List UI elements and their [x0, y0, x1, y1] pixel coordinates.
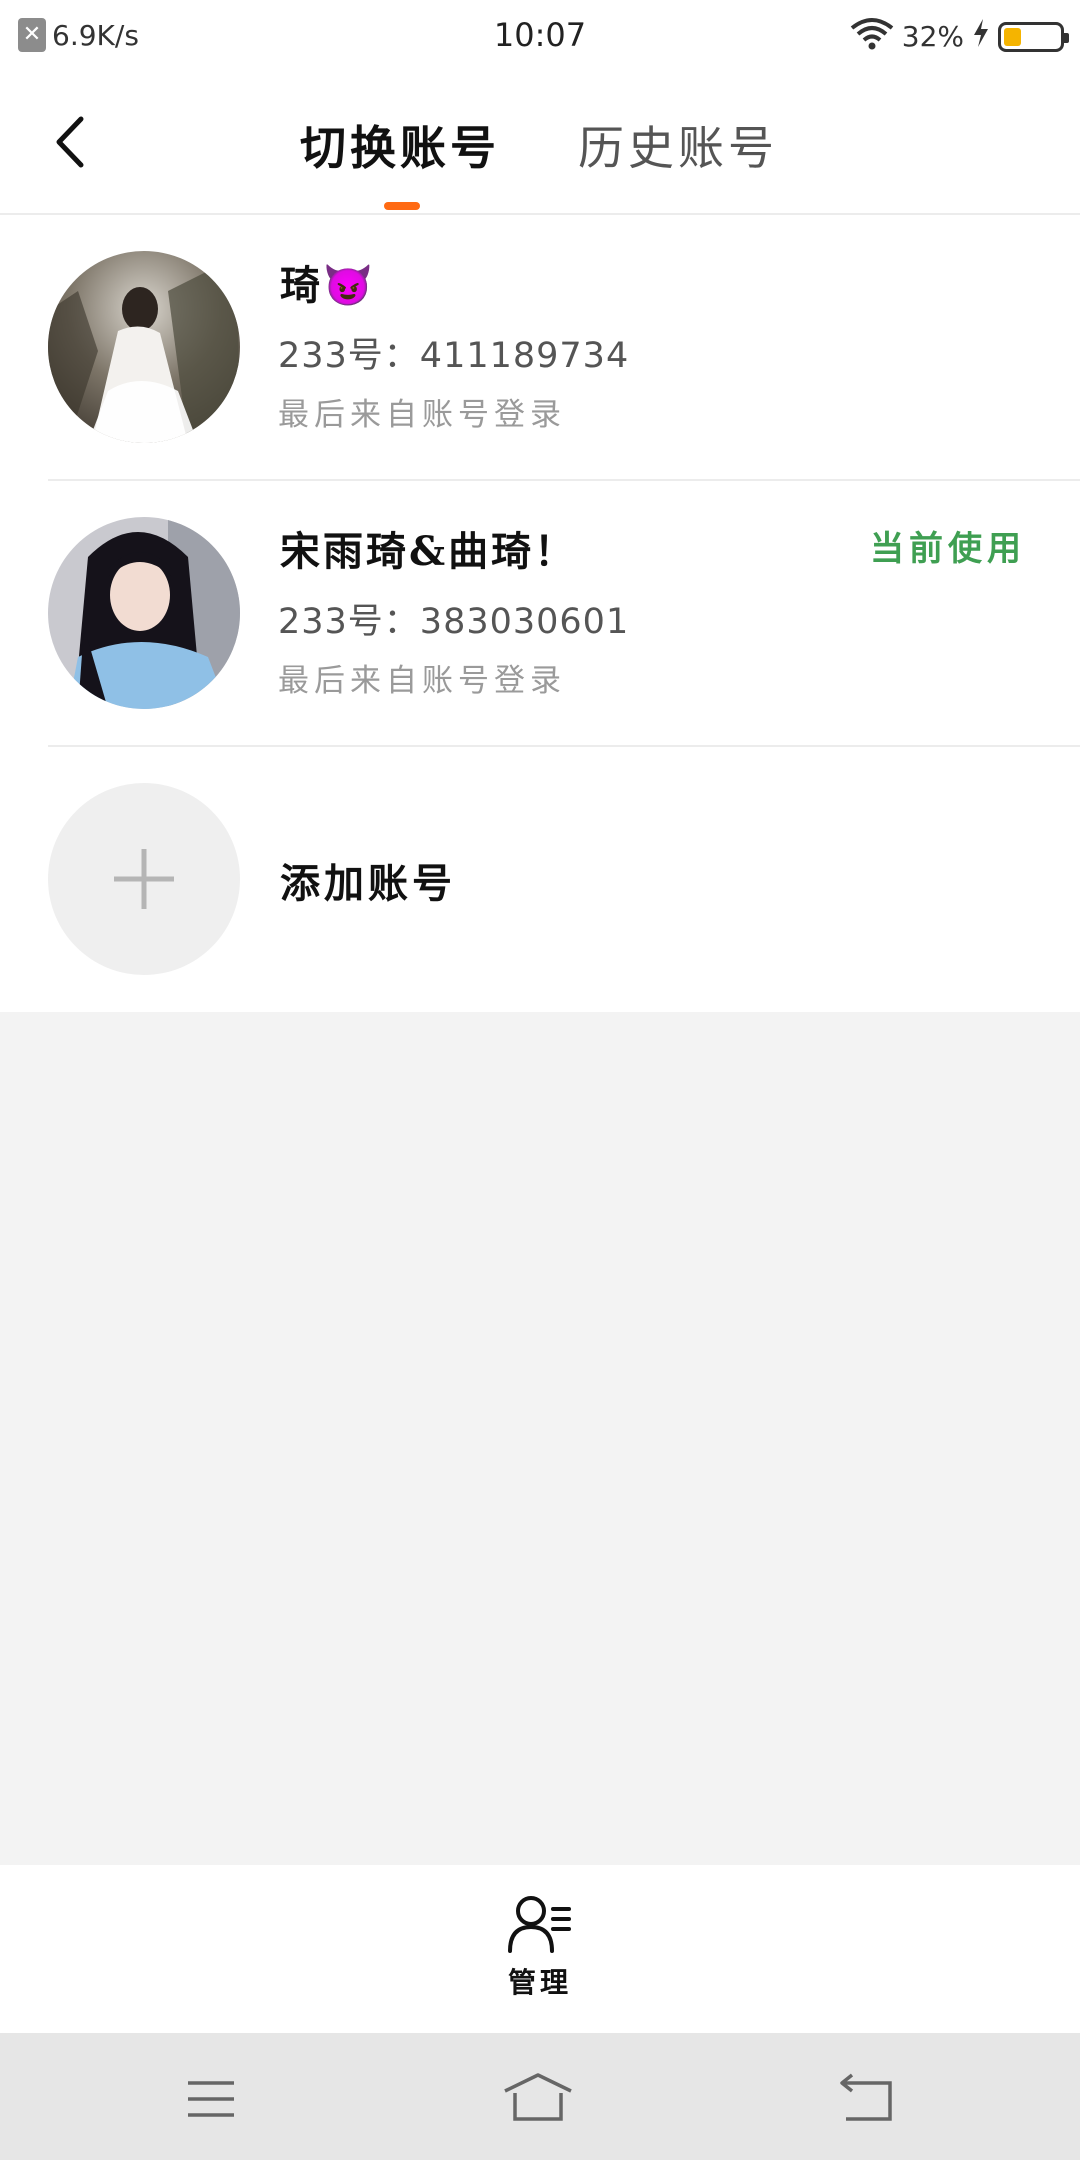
tab-switch-account[interactable]: 切换账号: [300, 112, 500, 178]
menu-button[interactable]: [176, 2069, 246, 2129]
manage-label: 管理: [507, 1966, 572, 1999]
last-login-text: 最后来自账号登录: [278, 397, 566, 433]
user-manage-icon: [508, 1896, 571, 1953]
menu-icon: [188, 2081, 234, 2117]
empty-area: [0, 1012, 1080, 1865]
avatar: [48, 251, 240, 443]
active-tab-indicator: [384, 202, 420, 210]
chevron-left-icon: [56, 116, 84, 168]
add-account-label: 添加账号: [280, 860, 456, 907]
avatar: [48, 517, 240, 709]
charging-icon: [972, 18, 990, 55]
manage-button[interactable]: 管理: [490, 1895, 590, 2005]
battery-percent: 32%: [901, 20, 964, 53]
home-icon: [504, 2073, 572, 2121]
back-nav-button[interactable]: [834, 2069, 904, 2129]
system-navigation-bar: [0, 2033, 1080, 2160]
bottom-toolbar: 管理: [0, 1865, 1080, 2033]
battery-level: [1004, 27, 1021, 46]
battery-icon: [998, 21, 1069, 52]
last-login-text: 最后来自账号登录: [278, 663, 566, 699]
account-row[interactable]: 琦😈 233号：411189734 最后来自账号登录: [0, 215, 1080, 481]
account-row[interactable]: 宋雨琦&曲琦！ 当前使用 233号：383030601 最后来自账号登录: [0, 481, 1080, 747]
back-icon: [840, 2073, 892, 2121]
plus-icon: [114, 849, 174, 909]
header-bar: 切换账号 历史账号: [0, 70, 1080, 215]
wifi-icon: [850, 16, 894, 57]
status-right: 32%: [850, 16, 1069, 57]
add-account-row[interactable]: 添加账号: [0, 747, 1080, 1013]
home-button[interactable]: [503, 2069, 573, 2129]
back-button[interactable]: [40, 110, 100, 174]
account-name: 宋雨琦&曲琦！: [280, 528, 578, 575]
account-id: 233号：411189734: [278, 336, 630, 376]
account-name: 琦😈: [280, 262, 376, 309]
account-list: 琦😈 233号：411189734 最后来自账号登录 宋雨琦&曲琦！ 当前使用 …: [0, 215, 1080, 1012]
add-account-button[interactable]: [48, 783, 240, 975]
status-bar: ✕ 6.9K/s 10:07 32%: [0, 0, 1080, 70]
current-account-badge: 当前使用: [870, 529, 1026, 569]
account-id: 233号：383030601: [278, 602, 630, 642]
tab-history-account[interactable]: 历史账号: [578, 112, 778, 178]
